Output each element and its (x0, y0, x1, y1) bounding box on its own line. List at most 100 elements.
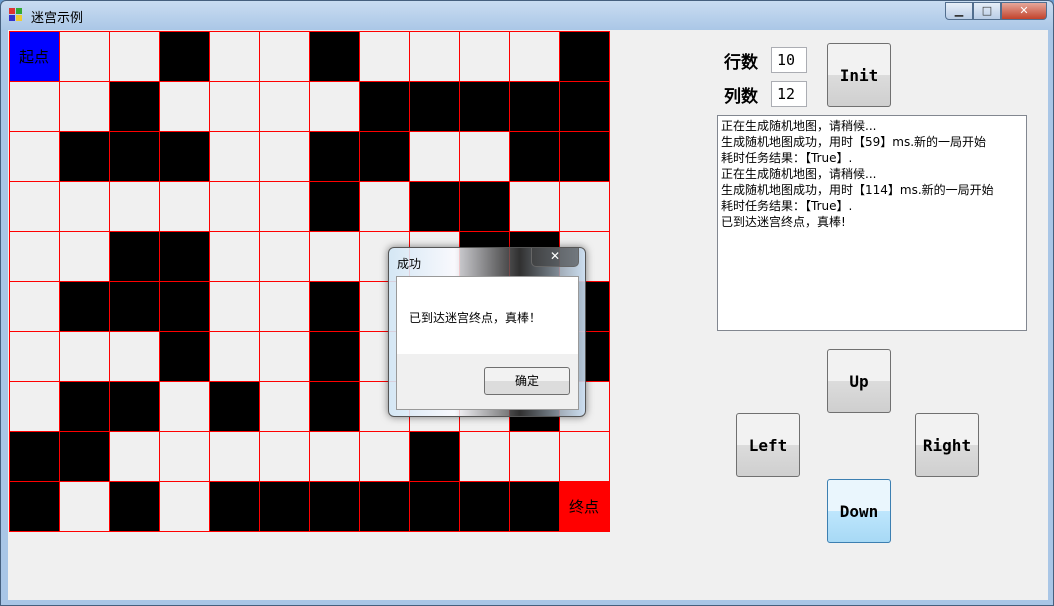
maze-wall-cell (558, 130, 610, 182)
cols-label: 列数 (724, 87, 758, 107)
maze-path-cell (158, 80, 210, 132)
log-line: 生成随机地图成功，用时【59】ms.新的一局开始 (721, 135, 987, 149)
maze-path-cell (308, 80, 360, 132)
dialog-title: 成功 (397, 257, 422, 271)
maze-wall-cell (108, 230, 160, 282)
maze-path-cell (458, 30, 510, 82)
maze-path-cell (158, 480, 210, 532)
log-line: 生成随机地图成功，用时【114】ms.新的一局开始 (721, 183, 994, 197)
maze-wall-cell (358, 480, 410, 532)
maze-path-cell (208, 130, 260, 182)
maze-path-cell (458, 130, 510, 182)
maze-path-cell (308, 430, 360, 482)
maze-path-cell (8, 80, 60, 132)
maximize-button[interactable]: □ (973, 2, 1001, 20)
maze-path-cell (508, 430, 560, 482)
log-line: 正在生成随机地图，请稍候... (721, 167, 877, 181)
cols-input[interactable]: 12 (771, 81, 807, 107)
maze-path-cell (558, 430, 610, 482)
maze-path-cell (208, 230, 260, 282)
maze-wall-cell (58, 430, 110, 482)
maze-path-cell (208, 30, 260, 82)
maze-wall-cell (408, 180, 460, 232)
right-button[interactable]: Right (915, 413, 979, 477)
dialog-message: 已到达迷宫终点，真棒！ (409, 311, 542, 325)
maze-wall-cell (58, 380, 110, 432)
maze-path-cell (58, 80, 110, 132)
maze-path-cell (508, 180, 560, 232)
maze-wall-cell (558, 30, 610, 82)
maze-path-cell (358, 30, 410, 82)
log-line: 耗时任务结果：【True】. (721, 199, 853, 213)
log-line: 正在生成随机地图，请稍候... (721, 119, 877, 133)
maze-wall-cell (158, 30, 210, 82)
maze-path-cell (58, 180, 110, 232)
maze-end-cell: 终点 (558, 480, 610, 532)
rows-input[interactable]: 10 (771, 47, 807, 73)
maze-wall-cell (108, 280, 160, 332)
maze-path-cell (58, 30, 110, 82)
maze-path-cell (258, 180, 310, 232)
maze-path-cell (458, 430, 510, 482)
maze-wall-cell (158, 330, 210, 382)
left-button[interactable]: Left (736, 413, 800, 477)
maze-path-cell (258, 130, 310, 182)
maze-wall-cell (458, 480, 510, 532)
maze-wall-cell (58, 280, 110, 332)
maze-wall-cell (58, 130, 110, 182)
maze-path-cell (508, 30, 560, 82)
main-window: 迷宫示例 ▁ □ ✕ 起点终点 行数 10 列数 12 Init 正在生成随机地… (0, 0, 1054, 606)
maze-path-cell (208, 80, 260, 132)
maze-wall-cell (158, 280, 210, 332)
maze-path-cell (8, 280, 60, 332)
maze-wall-cell (108, 480, 160, 532)
minimize-button[interactable]: ▁ (945, 2, 973, 20)
maze-path-cell (408, 130, 460, 182)
maze-path-cell (258, 380, 310, 432)
maze-path-cell (408, 30, 460, 82)
maze-wall-cell (358, 80, 410, 132)
close-button[interactable]: ✕ (1001, 2, 1047, 20)
maze-path-cell (258, 230, 310, 282)
maze-path-cell (358, 430, 410, 482)
maze-wall-cell (308, 330, 360, 382)
maze-path-cell (108, 180, 160, 232)
maze-wall-cell (258, 480, 310, 532)
maze-path-cell (258, 80, 310, 132)
log-line: 耗时任务结果：【True】. (721, 151, 853, 165)
maze-wall-cell (308, 280, 360, 332)
maze-wall-cell (308, 180, 360, 232)
maze-wall-cell (158, 130, 210, 182)
maze-path-cell (258, 280, 310, 332)
maze-path-cell (208, 430, 260, 482)
maze-path-cell (8, 130, 60, 182)
maze-path-cell (358, 180, 410, 232)
maze-path-cell (58, 480, 110, 532)
maze-start-cell: 起点 (8, 30, 60, 82)
maze-path-cell (108, 30, 160, 82)
maze-wall-cell (158, 230, 210, 282)
maze-wall-cell (308, 130, 360, 182)
maze-path-cell (108, 330, 160, 382)
log-line: 已到达迷宫终点，真棒! (721, 215, 846, 229)
title-bar: 迷宫示例 ▁ □ ✕ (1, 1, 1053, 29)
log-textbox[interactable]: 正在生成随机地图，请稍候... 生成随机地图成功，用时【59】ms.新的一局开始耗… (717, 115, 1027, 331)
maze-path-cell (258, 430, 310, 482)
maze-path-cell (258, 330, 310, 382)
maze-wall-cell (408, 430, 460, 482)
maze-path-cell (208, 330, 260, 382)
dialog-ok-button[interactable]: 确定 (484, 367, 570, 395)
down-button[interactable]: Down (827, 479, 891, 543)
init-button[interactable]: Init (827, 43, 891, 107)
maze-path-cell (158, 430, 210, 482)
maze-path-cell (208, 180, 260, 232)
maze-path-cell (558, 180, 610, 232)
rows-label: 行数 (724, 53, 758, 73)
maze-wall-cell (308, 480, 360, 532)
maze-wall-cell (8, 480, 60, 532)
up-button[interactable]: Up (827, 349, 891, 413)
maze-wall-cell (508, 130, 560, 182)
dialog-close-button[interactable]: ✕ (531, 248, 579, 267)
maze-wall-cell (308, 30, 360, 82)
maze-wall-cell (208, 480, 260, 532)
